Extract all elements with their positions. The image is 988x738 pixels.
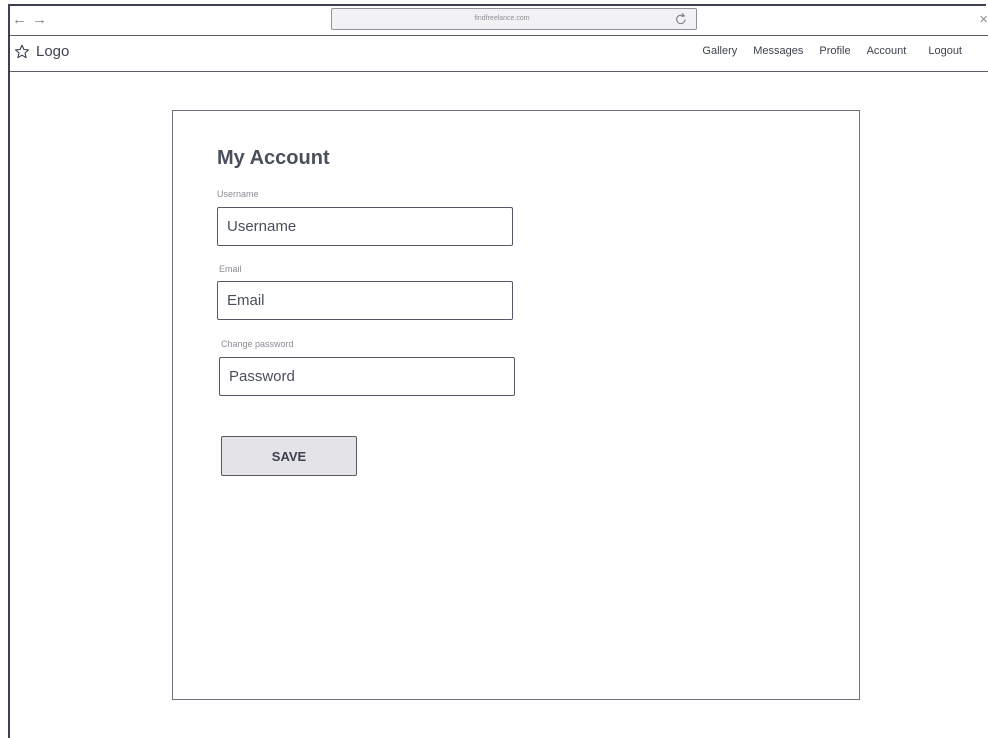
save-button[interactable]: SAVE [221, 436, 357, 476]
account-card: My Account Username Email Change passwor… [172, 110, 860, 700]
forward-arrow-icon[interactable]: → [32, 11, 47, 29]
nav-item-account[interactable]: Account [867, 45, 907, 57]
nav-item-profile[interactable]: Profile [819, 45, 850, 57]
nav-item-messages[interactable]: Messages [753, 45, 803, 57]
email-input[interactable] [217, 281, 513, 320]
reload-icon[interactable] [674, 10, 688, 28]
change-password-label: Change password [221, 339, 294, 349]
star-outline-icon [14, 44, 30, 58]
address-bar-url: findfreelance.com [474, 15, 530, 22]
nav-item-gallery[interactable]: Gallery [702, 45, 737, 57]
back-arrow-icon[interactable]: ← [12, 11, 27, 29]
app-header: Logo Gallery Messages Profile Account Lo… [10, 36, 988, 72]
main-nav: Gallery Messages Profile Account Logout [702, 45, 962, 57]
username-label: Username [217, 189, 259, 199]
logo-text: Logo [36, 43, 70, 60]
username-input[interactable] [217, 207, 513, 246]
nav-item-logout[interactable]: Logout [928, 45, 962, 57]
browser-toolbar: ← → findfreelance.com × [10, 6, 988, 36]
page-title: My Account [217, 147, 330, 169]
email-label: Email [219, 264, 242, 274]
logo[interactable]: Logo [14, 43, 69, 60]
password-input[interactable] [219, 357, 515, 396]
address-bar[interactable]: findfreelance.com [331, 8, 697, 30]
close-window-icon[interactable]: × [979, 11, 988, 29]
